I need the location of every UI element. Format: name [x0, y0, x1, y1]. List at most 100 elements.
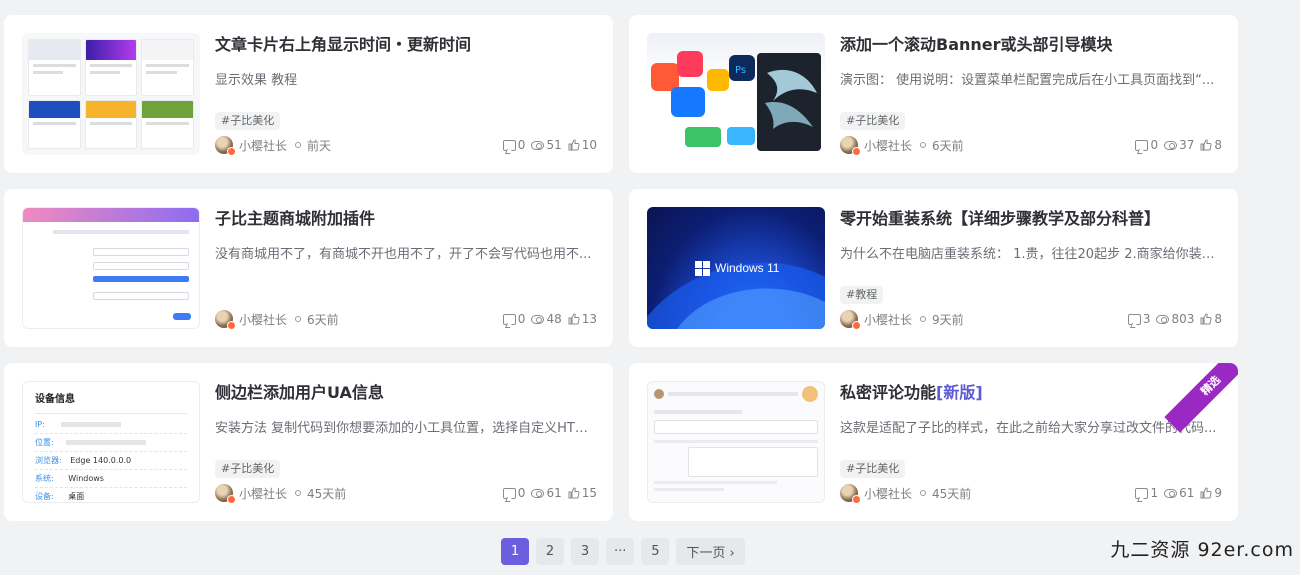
- clock-icon: [295, 316, 302, 322]
- post-time: 45天前: [932, 486, 972, 501]
- post-tag[interactable]: #教程: [840, 286, 884, 304]
- post-title[interactable]: 私密评论功能[新版]: [840, 381, 1222, 405]
- post-title[interactable]: 子比主题商城附加插件: [215, 207, 597, 231]
- author-name[interactable]: 小樱社长: [239, 485, 287, 502]
- comment-icon: [502, 313, 516, 325]
- post-meta: 小樱社长 6天前 0 37 8: [840, 135, 1222, 156]
- verified-badge-icon: [227, 147, 236, 156]
- next-page-button[interactable]: 下一页 ›: [676, 538, 745, 565]
- post-card[interactable]: Windows 11 零开始重装系统【详细步骤教学及部分科普】 为什么不在电脑店…: [629, 189, 1238, 347]
- comment-icon: [502, 139, 516, 151]
- author-name[interactable]: 小樱社长: [239, 137, 287, 154]
- like-count: 13: [581, 312, 597, 326]
- post-tag[interactable]: #子比美化: [215, 112, 281, 130]
- page-button-1[interactable]: 1: [501, 538, 529, 565]
- post-title-text[interactable]: 私密评论功能: [840, 383, 936, 402]
- device-value: 桌面: [68, 492, 85, 501]
- post-thumbnail[interactable]: [22, 207, 200, 329]
- device-label: 位置:: [35, 438, 54, 447]
- post-excerpt: 安装方法 复制代码到你想要添加的小工具位置，选择自定义HTM...: [215, 421, 597, 436]
- comment-count: 0: [1150, 138, 1159, 152]
- device-label: 系统:: [35, 474, 54, 483]
- comment-count: 1: [1150, 486, 1159, 500]
- eye-icon: [531, 488, 545, 498]
- post-title[interactable]: 文章卡片右上角显示时间・更新时间: [215, 33, 597, 57]
- author-name[interactable]: 小樱社长: [239, 311, 287, 328]
- view-count: 803: [1171, 312, 1195, 326]
- device-info-heading: 设备信息: [35, 394, 75, 405]
- comment-icon: [1127, 313, 1141, 325]
- comment-icon: [1135, 139, 1149, 151]
- comment-icon: [1135, 487, 1149, 499]
- eye-icon: [531, 140, 545, 150]
- author-name[interactable]: 小樱社长: [864, 311, 912, 328]
- post-card[interactable]: Ps 添加一个滚动Banner或头部引导模块 演示图： 使用说明：设置菜单栏配置…: [629, 15, 1238, 173]
- post-card[interactable]: 私密评论功能[新版] 这款是适配了子比的样式，在此之前给大家分享过改文件的代码.…: [629, 363, 1238, 521]
- new-version-label[interactable]: [新版]: [936, 383, 983, 402]
- avatar[interactable]: [840, 310, 861, 330]
- avatar[interactable]: [215, 136, 236, 156]
- eye-icon: [531, 314, 545, 324]
- post-excerpt: 显示效果 教程: [215, 73, 298, 88]
- post-thumbnail[interactable]: Ps: [647, 33, 825, 155]
- like-count: 10: [581, 138, 597, 152]
- post-excerpt: 为什么不在电脑店重装系统： 1.贵，往往20起步 2.商家给你装的...: [840, 247, 1222, 262]
- svg-text:Ps: Ps: [735, 65, 746, 76]
- view-count: 48: [546, 312, 562, 326]
- view-count: 51: [546, 138, 562, 152]
- post-thumbnail[interactable]: 设备信息 IP: 位置: 浏览器: Edge 140.0.0.0 系统: Win…: [22, 381, 200, 503]
- post-excerpt: 这款是适配了子比的样式，在此之前给大家分享过改文件的代码...: [840, 421, 1217, 436]
- clock-icon: [920, 490, 927, 496]
- view-count: 61: [1179, 486, 1195, 500]
- eye-icon: [1164, 488, 1178, 498]
- thumbs-up-icon: [568, 139, 580, 151]
- clock-icon: [920, 316, 927, 322]
- page-button-2[interactable]: 2: [536, 538, 564, 565]
- post-thumbnail[interactable]: Windows 11: [647, 207, 825, 329]
- clock-icon: [295, 142, 302, 148]
- verified-badge-icon: [852, 495, 861, 504]
- device-label: 浏览器:: [35, 456, 62, 465]
- post-title[interactable]: 添加一个滚动Banner或头部引导模块: [840, 33, 1222, 57]
- post-tag[interactable]: #子比美化: [840, 460, 906, 478]
- post-thumbnail[interactable]: [22, 33, 200, 155]
- post-thumbnail[interactable]: [647, 381, 825, 503]
- post-meta: 小樱社长 9天前 3 803 8: [840, 309, 1222, 330]
- comment-count: 3: [1142, 312, 1151, 326]
- author-name[interactable]: 小樱社长: [864, 137, 912, 154]
- app-icons-image: Ps: [651, 51, 821, 151]
- like-count: 15: [581, 486, 597, 500]
- avatar[interactable]: [215, 484, 236, 504]
- post-meta: 小樱社长 6天前 0 48 13: [215, 309, 597, 330]
- clock-icon: [295, 490, 302, 496]
- page-button-3[interactable]: 3: [571, 538, 599, 565]
- avatar[interactable]: [215, 310, 236, 330]
- page-button-5[interactable]: 5: [641, 538, 670, 565]
- verified-badge-icon: [227, 321, 236, 330]
- avatar[interactable]: [840, 484, 861, 504]
- thumbs-up-icon: [1200, 139, 1212, 151]
- post-time: 6天前: [307, 312, 339, 327]
- post-card[interactable]: 子比主题商城附加插件 没有商城用不了，有商城不开也用不了，开了不会写代码也用不.…: [4, 189, 613, 347]
- post-tag[interactable]: #子比美化: [840, 112, 906, 130]
- post-title[interactable]: 侧边栏添加用户UA信息: [215, 381, 597, 405]
- device-value: Windows: [68, 474, 104, 483]
- device-label: IP:: [35, 420, 45, 429]
- device-value: Edge 140.0.0.0: [70, 456, 132, 465]
- post-grid: 文章卡片右上角显示时间・更新时间 显示效果 教程 #子比美化 小樱社长 前天 0…: [4, 15, 1238, 521]
- post-time: 前天: [307, 138, 332, 153]
- comment-count: 0: [517, 312, 526, 326]
- author-name[interactable]: 小樱社长: [864, 485, 912, 502]
- view-count: 61: [546, 486, 562, 500]
- comment-icon: [502, 487, 516, 499]
- verified-badge-icon: [852, 321, 861, 330]
- post-title[interactable]: 零开始重装系统【详细步骤教学及部分科普】: [840, 207, 1222, 231]
- page-ellipsis: ···: [606, 538, 635, 565]
- avatar[interactable]: [840, 136, 861, 156]
- post-card[interactable]: 文章卡片右上角显示时间・更新时间 显示效果 教程 #子比美化 小樱社长 前天 0…: [4, 15, 613, 173]
- site-watermark: 九二资源 92er.com: [1110, 539, 1294, 561]
- post-tag[interactable]: #子比美化: [215, 460, 281, 478]
- view-count: 37: [1179, 138, 1195, 152]
- post-card[interactable]: 设备信息 IP: 位置: 浏览器: Edge 140.0.0.0 系统: Win…: [4, 363, 613, 521]
- like-count: 8: [1214, 312, 1222, 326]
